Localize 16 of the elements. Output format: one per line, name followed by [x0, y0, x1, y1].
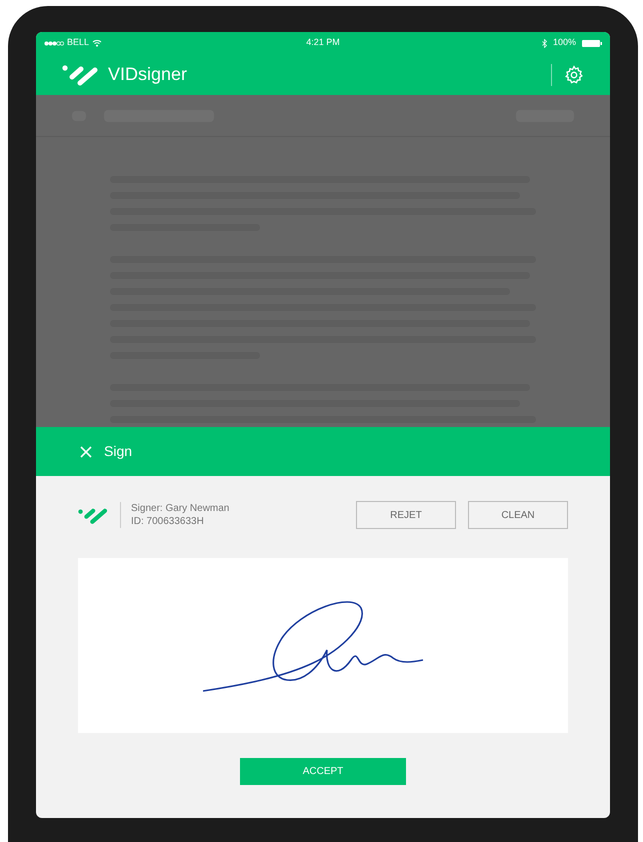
wifi-icon — [92, 39, 102, 47]
app-title: VIDsigner — [108, 63, 188, 86]
signer-id: ID: 700633633H — [131, 515, 205, 528]
close-icon[interactable] — [80, 446, 92, 458]
battery-icon — [582, 40, 602, 46]
action-button[interactable]: CLEAN — [468, 501, 568, 529]
panel-title: Sign — [104, 442, 132, 461]
battery-percent: 100% — [552, 36, 576, 50]
settings-icon[interactable] — [564, 64, 584, 84]
bluetooth-icon — [542, 38, 547, 48]
signal-icon — [44, 40, 64, 46]
action-button[interactable]: REJET — [356, 501, 456, 529]
signer-name: Signer: Gary Newman — [131, 502, 230, 515]
carrier-name: BELL — [67, 36, 90, 50]
logo-icon — [62, 64, 100, 86]
clock-time: 4:21 PM — [306, 36, 340, 50]
